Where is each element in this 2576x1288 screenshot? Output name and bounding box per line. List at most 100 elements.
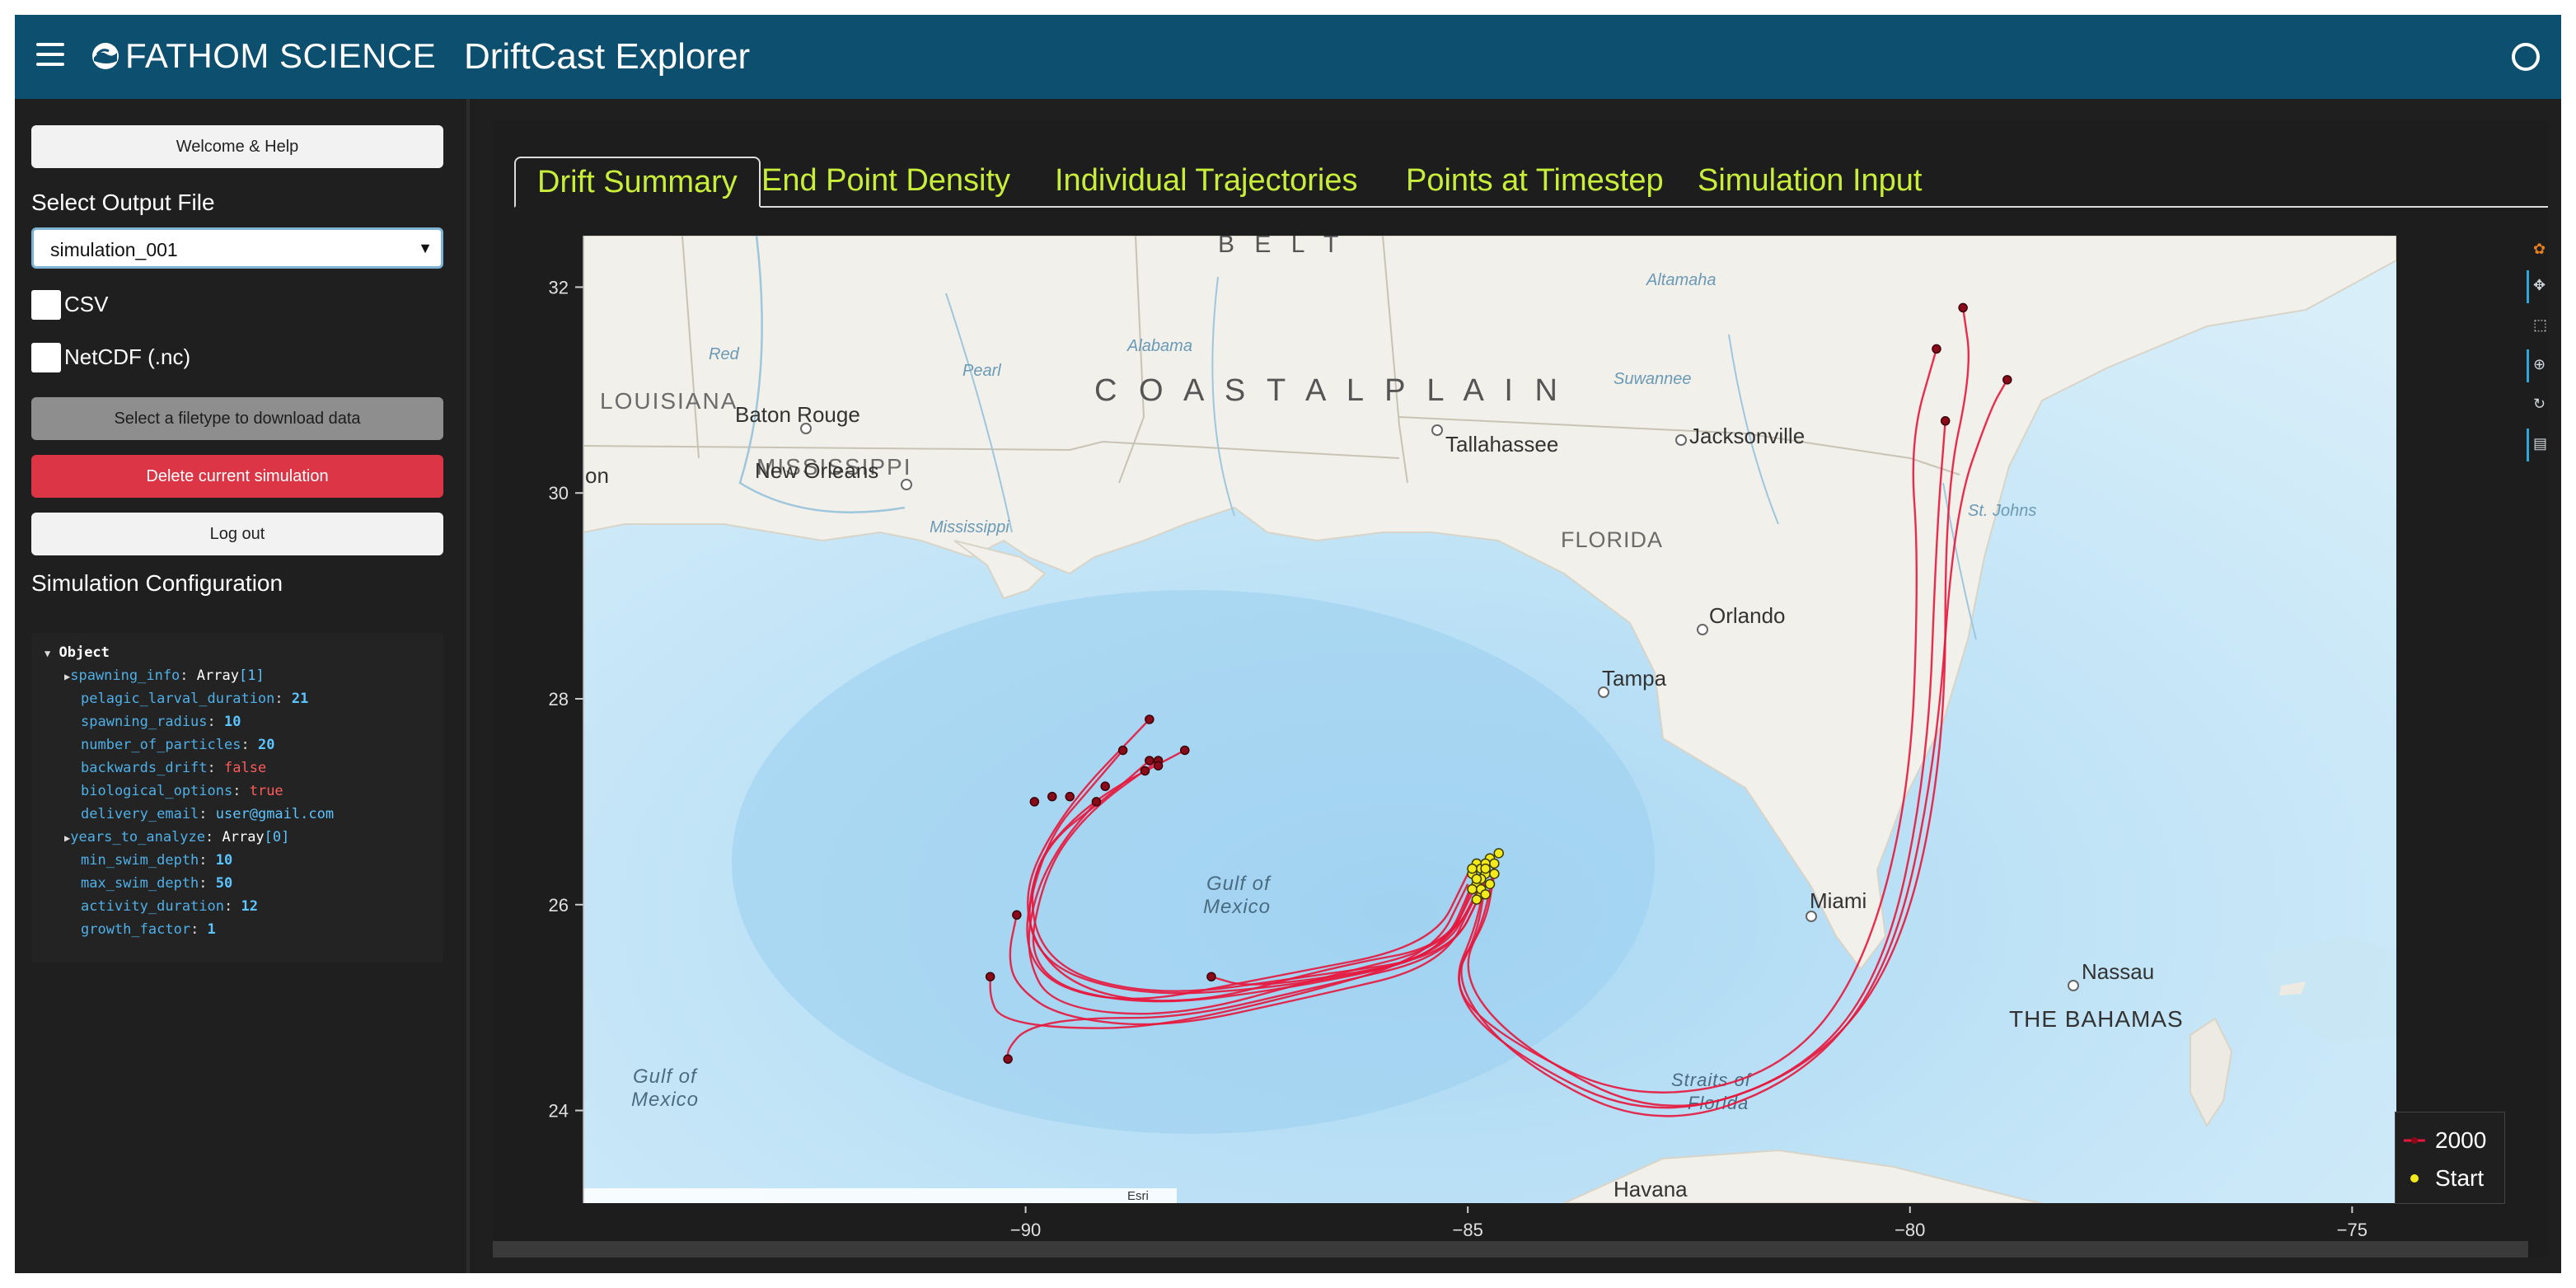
basemap [583, 236, 2396, 1203]
attribution-bar [583, 1188, 1177, 1203]
wheel-zoom-tool[interactable]: ⊕ [2527, 349, 2548, 382]
start-point-marker[interactable] [1471, 873, 1482, 884]
end-point-marker[interactable] [1065, 791, 1075, 802]
json-row-years-to-analyze[interactable]: ▶years_to_analyze: Array[0] [64, 829, 289, 850]
json-value: true [249, 783, 283, 799]
end-point-marker[interactable] [1091, 797, 1102, 807]
simulation-config-label: Simulation Configuration [31, 570, 283, 596]
map-label-city: Orlando [1709, 603, 1786, 628]
json-row: number_of_particles: 20 [81, 737, 275, 753]
sidebar: Welcome & Help Select Output File simula… [15, 99, 470, 1273]
map-label-river: Altamaha [1646, 271, 1717, 289]
tab-end-point-density[interactable]: End Point Density [740, 157, 1032, 208]
map-label-river: Alabama [1126, 337, 1192, 355]
json-row: delivery_email: user@gmail.com [81, 806, 335, 822]
start-point-marker[interactable] [1467, 883, 1478, 895]
end-point-marker[interactable] [1047, 791, 1057, 802]
end-point-marker[interactable] [1117, 745, 1128, 756]
csv-checkbox[interactable] [31, 290, 61, 320]
json-row: min_swim_depth: 10 [81, 852, 233, 869]
hover-tool[interactable]: ▤ [2527, 429, 2548, 461]
json-value: 10 [215, 852, 233, 869]
netcdf-checkbox[interactable] [31, 343, 61, 372]
esri-attribution[interactable]: Esri [1127, 1189, 1149, 1203]
start-point-marker[interactable] [1484, 878, 1496, 890]
y-tick-label: 30 [549, 483, 569, 503]
plot-legend: 2000 Start [2395, 1112, 2505, 1204]
json-value: 12 [241, 898, 258, 915]
reset-tool[interactable]: ↻ [2527, 389, 2548, 422]
map-label-river: Mississippi [930, 518, 1009, 536]
end-point-marker[interactable] [1153, 761, 1164, 770]
start-point-marker[interactable] [1493, 848, 1504, 859]
tab-bar: Drift Summary End Point Density Individu… [493, 120, 2548, 211]
city-dot-nassau [2068, 980, 2079, 991]
json-key: delivery_email [81, 806, 199, 822]
drift-map-plot[interactable]: LOUISIANA MISSISSIPPI C O A S T A L P L A … [493, 211, 2548, 1258]
welcome-help-button[interactable]: Welcome & Help [31, 125, 443, 168]
tab-drift-summary[interactable]: Drift Summary [514, 157, 761, 208]
end-point-marker[interactable] [1940, 416, 1951, 426]
start-point-marker[interactable] [1489, 858, 1500, 869]
map-label-water: Mexico [1203, 896, 1271, 918]
end-point-marker[interactable] [1145, 756, 1155, 766]
start-point-marker[interactable] [1467, 863, 1478, 874]
end-point-marker[interactable] [1029, 797, 1040, 807]
end-point-marker[interactable] [1012, 910, 1022, 920]
end-point-marker[interactable] [1145, 714, 1155, 724]
json-value: 10 [224, 714, 241, 730]
json-key: max_swim_depth [81, 875, 199, 892]
tab-points-at-timestep[interactable]: Points at Timestep [1384, 157, 1685, 208]
logout-button[interactable]: Log out [31, 513, 443, 555]
start-point-marker[interactable] [1471, 894, 1482, 905]
map-label-river: Red [709, 345, 740, 363]
end-point-marker[interactable] [1206, 972, 1216, 981]
config-json-viewer: ▼ Object ▶spawning_info: Array[1] pelagi… [31, 633, 443, 962]
end-point-marker[interactable] [1180, 745, 1190, 756]
tab-individual-trajectories[interactable]: Individual Trajectories [1033, 157, 1379, 208]
map-label-city: Nassau [2082, 959, 2154, 984]
start-point-marker[interactable] [1489, 869, 1500, 879]
json-row: growth_factor: 1 [81, 921, 216, 938]
json-value: Array [222, 829, 265, 845]
plot-toolbar: ✿ ✥ ⬚ ⊕ ↻ ▤ [2527, 234, 2548, 481]
end-point-marker[interactable] [1140, 766, 1150, 776]
json-value: 21 [291, 691, 309, 707]
json-value: false [224, 760, 267, 776]
json-key: spawning_radius [81, 714, 208, 730]
json-root[interactable]: ▼ Object [44, 644, 110, 666]
map-label-region: THE BAHAMAS [2009, 1006, 2184, 1032]
tab-simulation-input[interactable]: Simulation Input [1676, 157, 1944, 208]
download-data-button[interactable]: Select a filetype to download data [31, 397, 443, 440]
map-label-river: St. Johns [1968, 502, 2036, 520]
start-point-marker[interactable] [1480, 889, 1491, 900]
json-key: number_of_particles [81, 737, 241, 753]
map-label-water: Mexico [631, 1089, 699, 1111]
box-zoom-tool[interactable]: ⬚ [2527, 310, 2548, 343]
delete-simulation-button[interactable]: Delete current simulation [31, 455, 443, 498]
map-label-water: Gulf of [633, 1066, 698, 1088]
horizontal-scrollbar[interactable] [493, 1241, 2528, 1258]
json-value: 20 [257, 737, 275, 753]
output-file-select[interactable]: simulation_001 ▼ [31, 227, 443, 269]
start-point-marker[interactable] [1480, 863, 1491, 874]
y-tick-label: 32 [549, 277, 569, 297]
select-output-label: Select Output File [31, 190, 215, 215]
end-point-marker[interactable] [1958, 302, 1968, 313]
end-point-marker[interactable] [985, 972, 995, 981]
map-label-water: Florida [1688, 1093, 1749, 1113]
end-point-marker[interactable] [1932, 344, 1941, 354]
end-point-marker[interactable] [1003, 1054, 1013, 1064]
hamburger-menu-icon[interactable] [36, 43, 64, 68]
json-key: min_swim_depth [81, 852, 199, 869]
end-point-marker[interactable] [1100, 781, 1110, 791]
x-tick-label: −80 [1895, 1220, 1925, 1240]
color-wheel-tool[interactable]: ✿ [2527, 234, 2548, 267]
map-chart-svg[interactable]: LOUISIANAMISSISSIPPIC O A S T A L P L A … [493, 211, 2548, 1258]
map-label-city: Havana [1614, 1177, 1688, 1201]
pan-tool[interactable]: ✥ [2527, 270, 2548, 303]
json-row-spawning-info[interactable]: ▶spawning_info: Array[1] [64, 667, 265, 689]
x-tick-label: −90 [1010, 1220, 1041, 1240]
json-value: [0] [264, 829, 290, 845]
end-point-marker[interactable] [2002, 375, 2012, 385]
